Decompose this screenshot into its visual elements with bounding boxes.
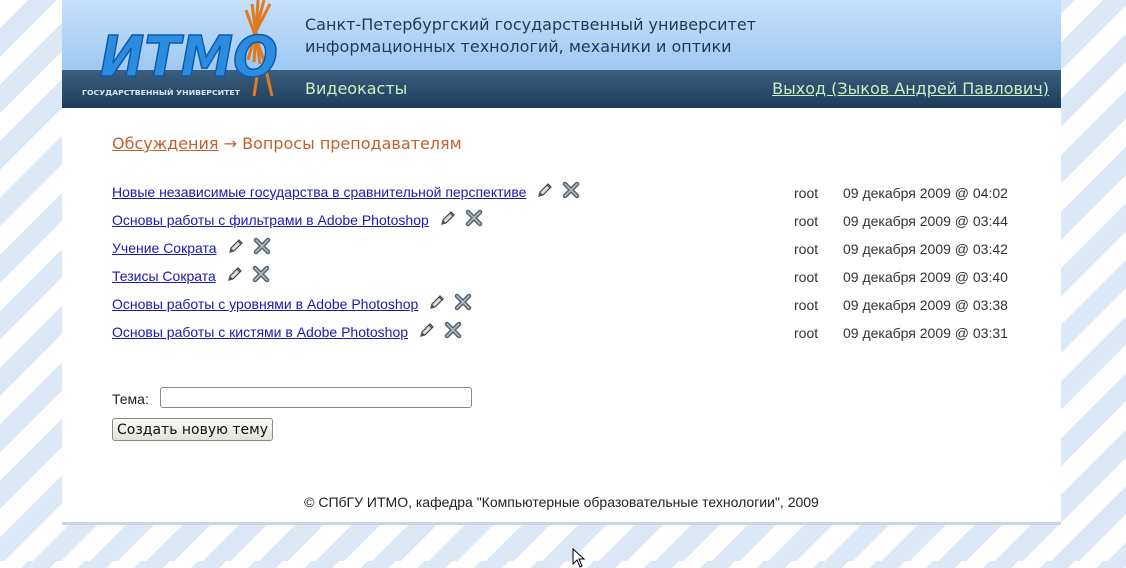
topic-title-link[interactable]: Основы работы с кистями в Adobe Photosho…: [112, 324, 408, 340]
topic-author: root: [794, 297, 819, 313]
topic-author: root: [794, 213, 819, 229]
topic-actions: [536, 181, 588, 201]
delete-x-icon[interactable]: [253, 237, 271, 255]
university-name-line-1: Санкт-Петербургский государственный унив…: [305, 15, 756, 34]
topic-actions: [227, 237, 279, 257]
breadcrumb-discussions-link[interactable]: Обсуждения: [112, 134, 219, 153]
delete-x-icon[interactable]: [252, 265, 270, 283]
logo-subtitle: ГОСУДАРСТВЕННЫЙ УНИВЕРСИТЕТ: [82, 88, 240, 97]
topic-date: 09 декабря 2009 @ 03:38: [843, 297, 1008, 313]
edit-pencil-icon[interactable]: [418, 321, 436, 339]
topic-actions: [418, 321, 470, 341]
topic-title-link[interactable]: Новые независимые государства в сравните…: [112, 184, 526, 200]
topic-date: 09 декабря 2009 @ 03:40: [843, 269, 1008, 285]
topic-author: root: [794, 269, 819, 285]
nav-videocasts-link[interactable]: Видеокасты: [305, 79, 407, 98]
footer-copyright: © СПбГУ ИТМО, кафедра "Компьютерные обра…: [304, 494, 819, 510]
topic-title-link[interactable]: Основы работы с фильтрами в Adobe Photos…: [112, 212, 429, 228]
topic-list: Новые независимые государства в сравните…: [112, 178, 1022, 346]
topic-title-link[interactable]: Основы работы с уровнями в Adobe Photosh…: [112, 296, 418, 312]
topic-date: 09 декабря 2009 @ 04:02: [843, 185, 1008, 201]
topic-date: 09 декабря 2009 @ 03:44: [843, 213, 1008, 229]
topic-actions: [428, 293, 480, 313]
breadcrumb-arrow: →: [223, 134, 238, 153]
topic-author: root: [794, 241, 819, 257]
delete-x-icon[interactable]: [454, 293, 472, 311]
site-header: ИТМО ГОСУДАРСТВЕННЫЙ УНИВЕРСИТЕТ Санкт-П…: [62, 0, 1061, 108]
delete-x-icon[interactable]: [562, 181, 580, 199]
topic-date: 09 декабря 2009 @ 03:31: [843, 325, 1008, 341]
breadcrumb: Обсуждения → Вопросы преподавателям: [112, 134, 462, 153]
mouse-cursor-icon: [572, 548, 586, 568]
university-name: Санкт-Петербургский государственный унив…: [305, 14, 756, 58]
topic-row: Учение Сократа root 09 декабря 2009 @ 03…: [112, 234, 1022, 262]
itmo-logo[interactable]: ИТМО ГОСУДАРСТВЕННЫЙ УНИВЕРСИТЕТ: [62, 0, 302, 108]
topic-author: root: [794, 325, 819, 341]
edit-pencil-icon[interactable]: [428, 293, 446, 311]
delete-x-icon[interactable]: [465, 209, 483, 227]
edit-pencil-icon[interactable]: [226, 265, 244, 283]
university-name-line-2: информационных технологий, механики и оп…: [305, 37, 732, 56]
topic-row: Новые независимые государства в сравните…: [112, 178, 1022, 206]
topic-author: root: [794, 185, 819, 201]
edit-pencil-icon[interactable]: [536, 181, 554, 199]
breadcrumb-current: Вопросы преподавателям: [242, 134, 462, 153]
create-topic-button[interactable]: Создать новую тему: [112, 418, 274, 441]
topic-actions: [439, 209, 491, 229]
topic-row: Основы работы с уровнями в Adobe Photosh…: [112, 290, 1022, 318]
topic-row: Основы работы с фильтрами в Adobe Photos…: [112, 206, 1022, 234]
topic-title-link[interactable]: Тезисы Сократа: [112, 268, 216, 284]
delete-x-icon[interactable]: [444, 321, 462, 339]
topic-label: Тема:: [112, 391, 149, 407]
topic-title-link[interactable]: Учение Сократа: [112, 240, 217, 256]
topic-date: 09 декабря 2009 @ 03:42: [843, 241, 1008, 257]
edit-pencil-icon[interactable]: [227, 237, 245, 255]
page-container: ИТМО ГОСУДАРСТВЕННЫЙ УНИВЕРСИТЕТ Санкт-П…: [62, 0, 1061, 525]
logout-link[interactable]: Выход (Зыков Андрей Павлович): [772, 79, 1049, 98]
edit-pencil-icon[interactable]: [439, 209, 457, 227]
topic-row: Основы работы с кистями в Adobe Photosho…: [112, 318, 1022, 346]
topic-row: Тезисы Сократа root 09 декабря 2009 @ 03…: [112, 262, 1022, 290]
topic-actions: [226, 265, 278, 285]
topic-input[interactable]: [160, 387, 472, 408]
logo-wordmark: ИТМО: [100, 25, 278, 90]
